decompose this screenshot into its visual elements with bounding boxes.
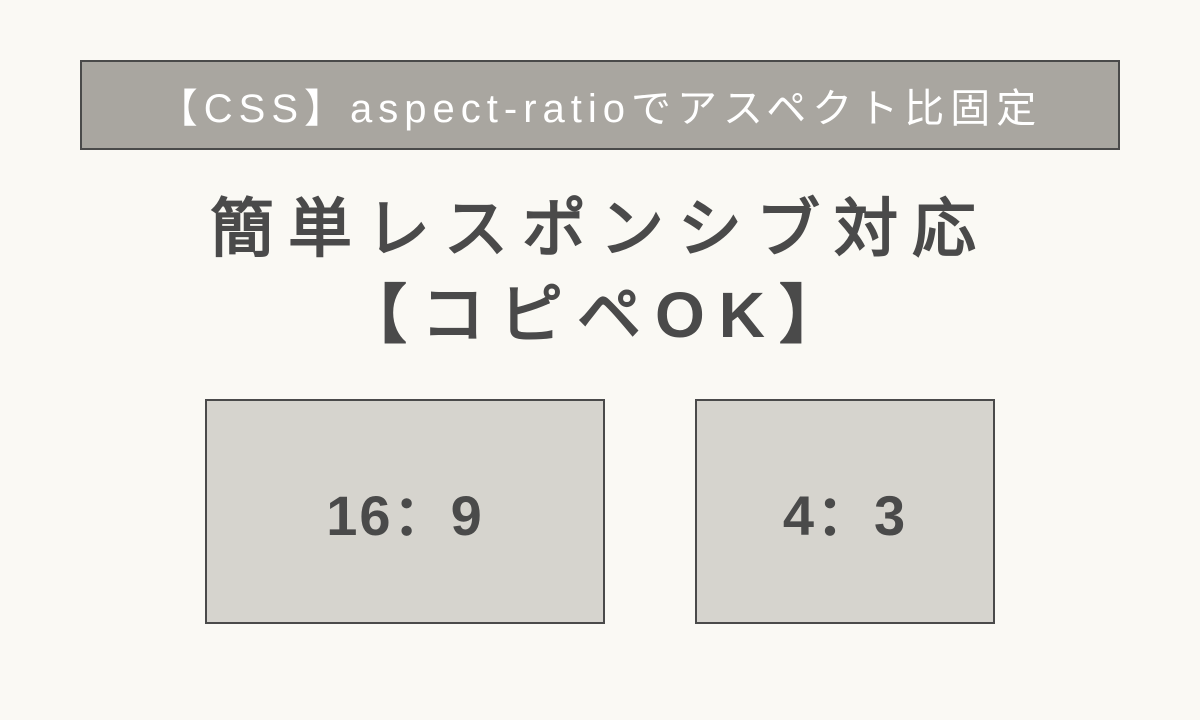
aspect-ratio-box-4-3: 4：3 — [695, 399, 995, 624]
title-banner: 【CSS】aspect-ratioでアスペクト比固定 — [80, 60, 1120, 150]
aspect-ratio-examples: 16：9 4：3 — [205, 399, 995, 624]
aspect-ratio-label: 16：9 — [326, 471, 483, 552]
headline: 簡単レスポンシブ対応 【コピペOK】 — [210, 186, 990, 359]
headline-line2: 【コピペOK】 — [343, 279, 857, 351]
aspect-ratio-label: 4：3 — [783, 471, 907, 552]
aspect-ratio-box-16-9: 16：9 — [205, 399, 605, 624]
headline-line1: 簡単レスポンシブ対応 — [210, 193, 990, 265]
